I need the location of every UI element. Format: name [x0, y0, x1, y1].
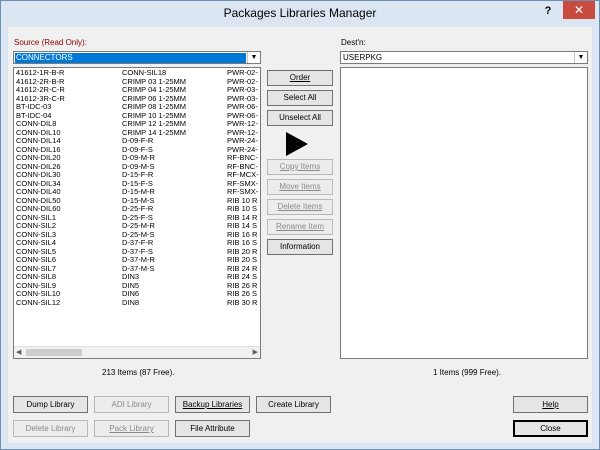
source-items-list[interactable]: 41612-1R-B-R 41612-2R-B-R 41612-2R-C-R 4161… [13, 67, 261, 359]
create-library-label: Create Library [268, 400, 319, 409]
order-button-label: Order [289, 73, 311, 82]
move-items-button[interactable]: Move Items [267, 179, 333, 195]
close-window-button[interactable]: ✕ [563, 1, 595, 19]
create-library-button[interactable]: Create Library [256, 396, 331, 413]
help-icon[interactable]: ? [538, 3, 558, 19]
source-list-col-2: CONN-SIL18 CRIMP 03 1-25MM CRIMP 04 1-25MM… [122, 68, 186, 308]
rename-item-button[interactable]: Rename Item [267, 219, 333, 235]
delete-items-label: Delete Items [277, 202, 323, 211]
close-button[interactable]: Close [513, 420, 588, 437]
scroll-left-icon[interactable]: ◀ [16, 348, 21, 356]
backup-libraries-button[interactable]: Backup Libraries [175, 396, 250, 413]
delete-library-label: Delete Library [25, 424, 76, 433]
scroll-right-icon[interactable]: ▶ [253, 348, 258, 356]
delete-library-button[interactable]: Delete Library [13, 420, 88, 437]
adi-library-button[interactable]: ADI Library [94, 396, 169, 413]
rename-item-label: Rename Item [275, 222, 325, 231]
help-label: Help [542, 400, 559, 409]
list-item[interactable]: CONN-SIL12 [16, 298, 65, 308]
unselect-all-button[interactable]: Unselect All [267, 110, 333, 126]
dest-status-text: 1 Items (999 Free). [433, 368, 502, 377]
source-label: Source (Read Only): [14, 38, 87, 47]
dump-library-label: Dump Library [26, 400, 75, 409]
backup-libraries-label: Backup Libraries [182, 400, 243, 409]
source-status-text: 213 Items (87 Free). [102, 368, 175, 377]
order-button[interactable]: Order [267, 70, 333, 86]
copy-items-button[interactable]: Copy Items [267, 159, 333, 175]
source-list-columns: 41612-1R-B-R 41612-2R-B-R 41612-2R-C-R 4161… [16, 68, 260, 342]
window-title: Packages Libraries Manager [223, 6, 377, 20]
pack-library-label: Pack Library [109, 424, 154, 433]
unselect-all-label: Unselect All [279, 113, 321, 122]
file-attribute-label: File Attribute [190, 424, 235, 433]
information-label: Information [279, 242, 321, 251]
source-horizontal-scrollbar[interactable]: ◀ ▶ [14, 346, 260, 358]
dialog-body: Source (Read Only): CONNECTORS ▼ Dest'n:… [8, 27, 592, 443]
scroll-thumb[interactable] [26, 349, 82, 356]
file-attribute-button[interactable]: File Attribute [175, 420, 250, 437]
transfer-arrow-icon [286, 132, 308, 156]
dest-label: Dest'n: [341, 38, 366, 47]
source-combo[interactable]: CONNECTORS ▼ [13, 51, 261, 64]
dest-combo-value: USERPKG [343, 53, 383, 62]
source-combo-value: CONNECTORS [15, 53, 246, 63]
chevron-down-icon[interactable]: ▼ [247, 52, 260, 63]
help-button[interactable]: Help [513, 396, 588, 413]
list-item[interactable]: DIN8 [122, 298, 186, 308]
select-all-label: Select All [283, 93, 317, 102]
chevron-down-icon[interactable]: ▼ [574, 52, 587, 63]
list-item[interactable]: RIB 30 R [227, 298, 259, 308]
source-list-col-3: PWR-02- PWR-02- PWR-03- PWR-03- PWR-06- PWR-0… [227, 68, 259, 308]
adi-library-label: ADI Library [111, 400, 152, 409]
pack-library-button[interactable]: Pack Library [94, 420, 169, 437]
title-bar: Packages Libraries Manager ? ✕ [1, 1, 599, 27]
move-items-label: Move Items [279, 182, 321, 191]
select-all-button[interactable]: Select All [267, 90, 333, 106]
dest-combo[interactable]: USERPKG ▼ [340, 51, 588, 64]
information-button[interactable]: Information [267, 239, 333, 255]
close-label: Close [540, 424, 561, 433]
dump-library-button[interactable]: Dump Library [13, 396, 88, 413]
dest-items-list[interactable] [340, 67, 588, 359]
source-list-col-1: 41612-1R-B-R 41612-2R-B-R 41612-2R-C-R 4161… [16, 68, 65, 308]
delete-items-button[interactable]: Delete Items [267, 199, 333, 215]
copy-items-label: Copy Items [279, 162, 321, 171]
packages-libraries-manager-window: Packages Libraries Manager ? ✕ Source (R… [0, 0, 600, 450]
